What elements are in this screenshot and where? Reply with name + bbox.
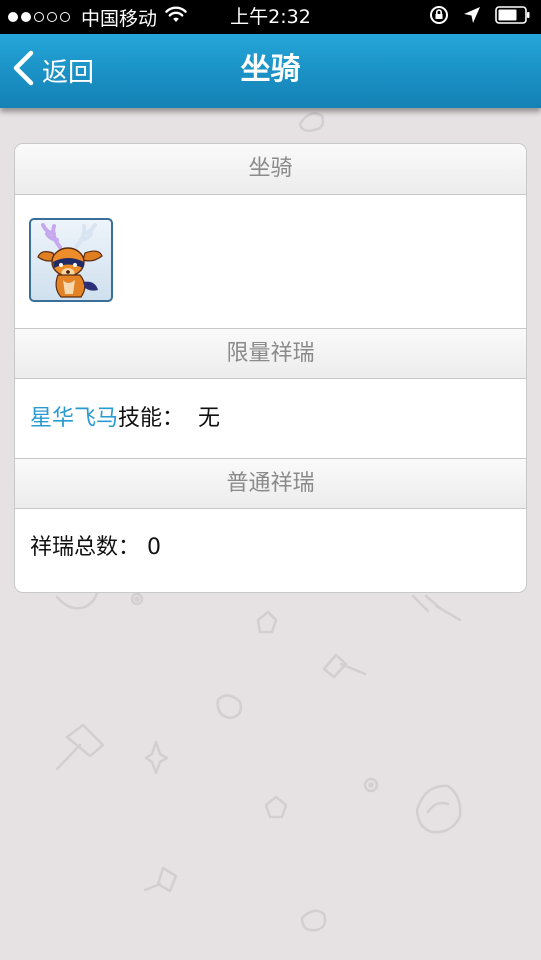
- status-bar: 中国移动 上午2:32: [0, 0, 541, 34]
- mount-name-link[interactable]: 星华飞马: [30, 406, 118, 431]
- normal-section-header: 普通祥瑞: [15, 458, 526, 509]
- nav-bar: 返回 坐骑: [0, 34, 541, 108]
- mount-list-row: [15, 195, 526, 328]
- mount-section-header: 坐骑: [15, 144, 526, 195]
- mount-thumbnail[interactable]: [29, 218, 113, 302]
- rotation-lock-icon: [429, 5, 449, 30]
- total-label: 祥瑞总数：: [30, 535, 141, 560]
- limited-section-header: 限量祥瑞: [15, 328, 526, 379]
- location-arrow-icon: [463, 6, 481, 29]
- deer-mount-icon: [37, 223, 103, 298]
- limited-mount-row: 星华飞马技能： 无: [15, 379, 526, 458]
- page-title: 坐骑: [240, 52, 301, 87]
- mount-card: 坐骑 限量祥瑞 星华飞马技能： 无 普通祥瑞 祥瑞总数： 0: [14, 143, 527, 593]
- total-count-row: 祥瑞总数： 0: [15, 509, 526, 587]
- battery-icon: [495, 5, 531, 29]
- skill-label: 技能：: [118, 406, 185, 431]
- status-right: [415, 5, 531, 29]
- total-value: 0: [147, 535, 162, 560]
- skill-value: 无: [198, 406, 221, 431]
